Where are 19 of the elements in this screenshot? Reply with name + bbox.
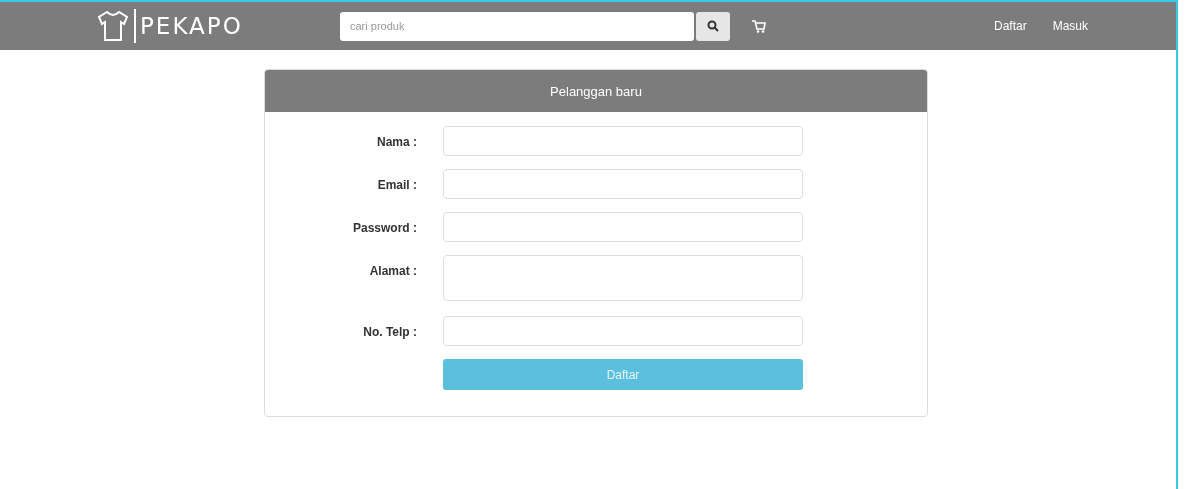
field-label: Email : xyxy=(376,177,417,194)
field-label: Nama : xyxy=(376,134,417,151)
field-label: Alamat : xyxy=(368,263,417,280)
search-field[interactable]: cari produk xyxy=(340,11,694,41)
search-icon xyxy=(707,20,719,32)
brand-name[interactable]: PEKAPO xyxy=(140,13,243,39)
input-field[interactable] xyxy=(443,169,803,199)
nav-link[interactable]: Masuk xyxy=(1052,19,1088,33)
input-field[interactable] xyxy=(443,316,803,346)
nav-link[interactable]: Daftar xyxy=(993,19,1027,33)
t-shirt-icon xyxy=(96,9,130,43)
field-label: Password : xyxy=(351,220,417,237)
cart-icon[interactable] xyxy=(752,19,766,33)
input-field[interactable] xyxy=(443,212,803,242)
address-field[interactable] xyxy=(443,255,803,301)
panel-title: Pelanggan baru xyxy=(265,70,927,112)
search-button[interactable] xyxy=(696,11,730,41)
input-field[interactable] xyxy=(443,126,803,156)
field-label: No. Telp : xyxy=(362,324,417,341)
